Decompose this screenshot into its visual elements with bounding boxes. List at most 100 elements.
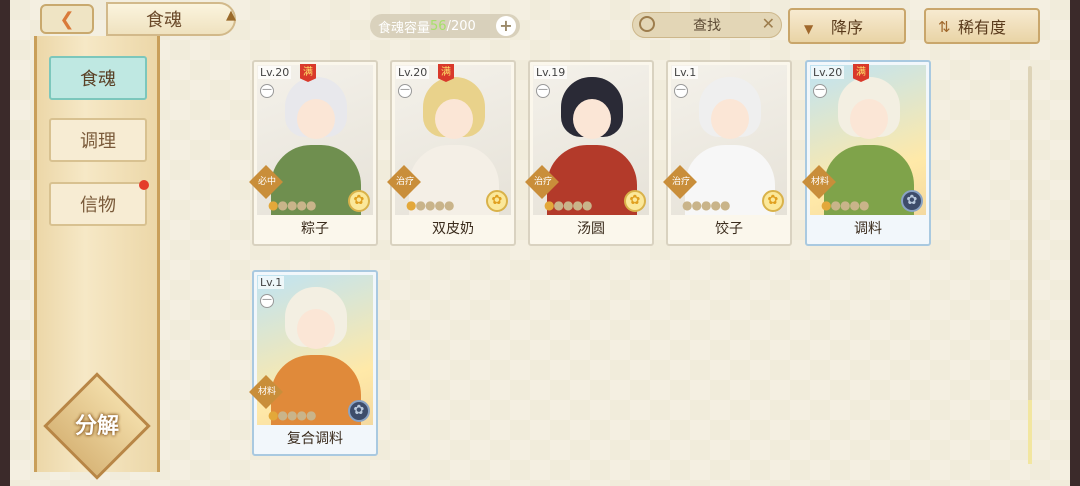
star-bell-icon: ● <box>691 198 702 212</box>
portrait-face <box>297 309 335 349</box>
star-bell-icon: ● <box>553 198 564 212</box>
element-flower-icon: ✿ <box>348 400 370 422</box>
element-flower-icon: ✿ <box>624 190 646 212</box>
portrait-face <box>297 99 335 139</box>
star-bell-icon: ● <box>849 198 860 212</box>
star-bell-icon: ● <box>296 408 307 422</box>
level-label: Lv.20 <box>811 66 845 79</box>
card-name: 双皮奶 <box>432 221 474 237</box>
page-title-text: 食魂 <box>146 10 182 31</box>
capacity-max: 200 <box>450 18 476 34</box>
crown-icon[interactable]: ▲ <box>226 9 244 22</box>
card-name: 粽子 <box>301 221 329 237</box>
lock-icon[interactable]: — <box>260 84 274 98</box>
search-field[interactable]: 查找 ✕ <box>632 12 782 38</box>
sort-label: 降序 <box>830 18 863 37</box>
lock-icon[interactable]: — <box>398 84 412 98</box>
sort-down-icon: ▼ <box>804 22 814 36</box>
food-soul-card[interactable]: Lv.20 满 — 治疗 ●●●●● ✿ 双皮奶 <box>387 60 516 246</box>
search-label: 查找 <box>693 18 721 34</box>
sort-order-button[interactable]: ▼ 降序 <box>788 8 906 44</box>
food-soul-card[interactable]: Lv.1 — 材料 ●●●●● ✿ 复合调料 <box>249 270 378 456</box>
lock-icon[interactable]: — <box>813 84 827 98</box>
role-label: 治疗 <box>395 177 414 187</box>
level-label: Lv.19 <box>534 66 568 79</box>
rarity-sort-button[interactable]: ⇅ 稀有度 <box>924 8 1040 44</box>
search-icon <box>639 16 655 32</box>
card-name: 复合调料 <box>287 431 343 447</box>
star-rating: ●●●●● <box>268 408 317 422</box>
lock-icon[interactable]: — <box>260 294 274 308</box>
star-rating: ●●●●● <box>544 198 593 212</box>
back-arrow-icon: ❮ <box>59 8 75 30</box>
sidebar-item-label: 信物 <box>80 195 116 216</box>
element-flower-icon: ✿ <box>348 190 370 212</box>
food-soul-card[interactable]: Lv.19 — 治疗 ●●●●● ✿ 汤圆 <box>525 60 654 246</box>
capacity-current: 56 <box>430 18 447 34</box>
decompose-label[interactable]: 分解 <box>57 408 137 440</box>
lock-icon[interactable]: — <box>536 84 550 98</box>
max-level-badge: 满 <box>300 64 316 82</box>
star-bell-icon: ● <box>710 198 721 212</box>
sidebar-item-label: 食魂 <box>80 69 116 90</box>
sidebar-item-cultivate[interactable]: 调理 <box>49 118 147 162</box>
sidebar-item-token[interactable]: 信物 <box>49 180 149 226</box>
role-label: 材料 <box>810 177 829 187</box>
star-bell-icon: ● <box>434 198 445 212</box>
star-rating: ●●●●● <box>682 198 731 212</box>
level-label: Lv.20 <box>396 66 430 79</box>
star-bell-icon: ● <box>305 408 317 422</box>
role-label: 治疗 <box>533 177 552 187</box>
star-bell-icon: ● <box>277 198 288 212</box>
element-flower-icon: ✿ <box>762 190 784 212</box>
screen: ❮ 食魂 ▲ 食魂容量 56/200 + 查找 ✕ ▼ 降序 ⇅ 稀有度 食魂 … <box>10 0 1070 486</box>
role-label: 材料 <box>257 387 276 397</box>
portrait-face <box>573 99 611 139</box>
star-bell-icon: ● <box>277 408 288 422</box>
add-capacity-button[interactable]: + <box>496 16 516 36</box>
scrollbar[interactable] <box>1028 66 1032 464</box>
notification-dot <box>139 180 149 190</box>
food-soul-card[interactable]: Lv.20 满 — 材料 ●●●●● ✿ 调料 <box>802 60 931 246</box>
star-bell-icon: ● <box>572 198 583 212</box>
rarity-label: 稀有度 <box>957 18 1006 37</box>
lock-icon[interactable]: — <box>674 84 688 98</box>
level-label: Lv.1 <box>258 276 285 289</box>
card-name: 饺子 <box>715 221 743 237</box>
role-label: 治疗 <box>671 177 690 187</box>
max-level-badge: 满 <box>853 64 869 82</box>
max-level-badge: 满 <box>438 64 454 82</box>
portrait-face <box>850 99 888 139</box>
role-label: 必中 <box>257 177 276 187</box>
star-bell-icon: ● <box>830 198 841 212</box>
level-label: Lv.20 <box>258 66 292 79</box>
star-rating: ●●●●● <box>821 198 869 212</box>
capacity-indicator: 食魂容量 56/200 + <box>370 14 520 38</box>
page-title: 食魂 <box>106 2 236 36</box>
star-rating: ●●●●● <box>406 198 455 212</box>
star-rating: ●●●●● <box>268 198 317 212</box>
card-name: 调料 <box>854 221 882 237</box>
star-bell-icon: ● <box>581 198 593 212</box>
element-flower-icon: ✿ <box>901 190 923 212</box>
food-soul-card[interactable]: Lv.1 — 治疗 ●●●●● ✿ 饺子 <box>663 60 792 246</box>
element-flower-icon: ✿ <box>486 190 508 212</box>
sidebar-item-food-soul[interactable]: 食魂 <box>49 56 147 100</box>
capacity-label: 食魂容量 <box>378 20 431 36</box>
sidebar: 食魂 调理 信物 分解 <box>34 36 160 480</box>
star-bell-icon: ● <box>415 198 426 212</box>
star-bell-icon: ● <box>719 198 731 212</box>
clear-icon[interactable]: ✕ <box>762 14 775 33</box>
portrait-face <box>435 99 473 139</box>
portrait-face <box>711 99 749 139</box>
scrollbar-thumb[interactable] <box>1028 400 1032 464</box>
food-soul-card[interactable]: Lv.20 满 — 必中 ●●●●● ✿ 粽子 <box>249 60 378 246</box>
card-name: 汤圆 <box>577 221 605 237</box>
back-button[interactable]: ❮ <box>40 4 94 34</box>
star-bell-icon: ● <box>443 198 455 212</box>
top-bar: ❮ 食魂 ▲ 食魂容量 56/200 + 查找 ✕ ▼ 降序 ⇅ 稀有度 <box>10 0 1070 46</box>
level-label: Lv.1 <box>672 66 699 79</box>
star-bell-icon: ● <box>305 198 317 212</box>
filter-icon: ⇅ <box>938 18 951 36</box>
sidebar-item-label: 调理 <box>80 131 116 152</box>
